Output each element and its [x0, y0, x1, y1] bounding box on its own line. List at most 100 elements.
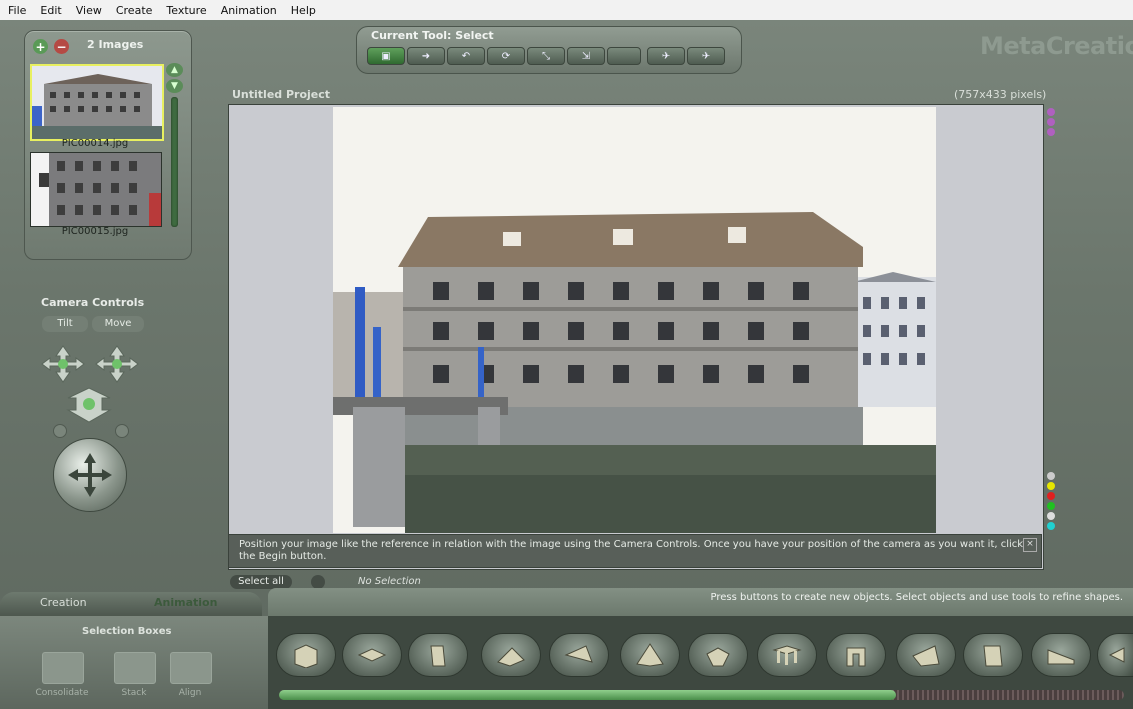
lasso-tool-icon: ↶ — [461, 50, 471, 62]
color-indicator-green[interactable] — [1047, 502, 1055, 510]
partial-shape-button[interactable] — [1097, 633, 1133, 677]
thumbnail-2[interactable] — [30, 152, 162, 227]
table-shape-button[interactable] — [757, 633, 817, 677]
color-indicator-cyan[interactable] — [1047, 522, 1055, 530]
camera-pan-left-icon[interactable] — [40, 344, 86, 384]
menu-item-help[interactable]: Help — [289, 4, 318, 17]
scale-tool-button[interactable]: ⤡ — [527, 47, 565, 65]
close-icon[interactable]: × — [1023, 538, 1037, 552]
camera-tab-move[interactable]: Move — [92, 316, 144, 332]
box-icon — [983, 645, 1003, 667]
image-count-label: 2 Images — [87, 38, 144, 51]
remove-image-button[interactable]: − — [54, 39, 69, 54]
ramp-shape-button[interactable] — [1031, 633, 1091, 677]
instruction-bar: Position your image like the reference i… — [228, 534, 1042, 568]
pyramid-icon — [636, 643, 664, 667]
view-dot-2[interactable] — [1047, 118, 1055, 126]
instruction-text: Position your image like the reference i… — [239, 539, 1024, 562]
select-all-button[interactable]: Select all — [230, 575, 292, 589]
thumbnail-scroll-track[interactable] — [171, 97, 178, 227]
wedge-shape-button[interactable] — [481, 633, 541, 677]
canvas-side-controls — [1045, 104, 1057, 574]
partial-shape-icon — [1108, 647, 1125, 663]
camera-dolly-icon[interactable] — [66, 384, 112, 424]
arch-shape-button[interactable] — [826, 633, 886, 677]
camera-pan-right-icon[interactable] — [94, 344, 140, 384]
lasso-tool-button[interactable]: ↶ — [447, 47, 485, 65]
color-indicator-white[interactable] — [1047, 512, 1055, 520]
thumbnail-1[interactable] — [30, 64, 164, 141]
menu-item-edit[interactable]: Edit — [38, 4, 63, 17]
extrude-tool-button[interactable] — [607, 47, 641, 65]
cone-shape-button[interactable] — [549, 633, 609, 677]
menu-item-file[interactable]: File — [6, 4, 28, 17]
disc-icon — [357, 648, 387, 662]
disc-shape-button[interactable] — [342, 633, 402, 677]
menu-item-create[interactable]: Create — [114, 4, 155, 17]
resize-tool-icon: ⇲ — [581, 50, 591, 62]
pyramid-shape-button[interactable] — [620, 633, 680, 677]
wedge-icon — [497, 647, 525, 667]
menu-item-animation[interactable]: Animation — [219, 4, 279, 17]
menu-bar: File Edit View Create Texture Animation Help — [0, 0, 1133, 20]
camera-controls-title: Camera Controls — [41, 296, 145, 309]
scroll-down-icon[interactable]: ▼ — [166, 79, 183, 93]
tab-animation[interactable]: Animation — [154, 596, 217, 609]
image-thumbnail-panel: + − 2 Images PIC00014.jpg PIC00015.jpg ▲ — [24, 30, 192, 260]
cube-icon — [294, 644, 318, 668]
thumbnail-1-caption: PIC00014.jpg — [61, 138, 129, 149]
color-indicator-yellow[interactable] — [1047, 482, 1055, 490]
move-tool-button[interactable]: ➜ — [407, 47, 445, 65]
thumbnail-2-caption: PIC00015.jpg — [61, 226, 129, 237]
menu-item-view[interactable]: View — [74, 4, 104, 17]
selection-toggle-button[interactable] — [311, 575, 325, 589]
consolidate-button[interactable] — [42, 652, 84, 684]
orbit-tool-icon: ✈ — [701, 50, 711, 62]
zoom-out-icon[interactable] — [53, 424, 67, 438]
ramp-icon — [1047, 649, 1075, 665]
selection-status: No Selection — [358, 576, 421, 587]
arch-icon — [846, 647, 866, 667]
align-button[interactable] — [170, 652, 212, 684]
select-tool-button[interactable]: ▣ — [367, 47, 405, 65]
orbit-tool-button[interactable]: ✈ — [687, 47, 725, 65]
cube-shape-button[interactable] — [276, 633, 336, 677]
add-image-button[interactable]: + — [33, 39, 48, 54]
camera-tab-tilt[interactable]: Tilt — [42, 316, 88, 332]
rotate-tool-icon: ⟳ — [501, 50, 511, 62]
view-dot-3[interactable] — [1047, 128, 1055, 136]
four-way-arrow-icon — [68, 453, 112, 497]
zoom-in-icon[interactable] — [115, 424, 129, 438]
color-indicator-grey[interactable] — [1047, 472, 1055, 480]
align-label: Align — [178, 688, 202, 698]
wedge2-shape-button[interactable] — [896, 633, 956, 677]
half-prism-shape-button[interactable] — [688, 633, 748, 677]
move-tool-icon: ➜ — [421, 50, 431, 62]
brand-logo: MetaCreations. — [980, 32, 1133, 60]
cone-icon — [564, 645, 593, 663]
scroll-up-icon[interactable]: ▲ — [166, 63, 183, 77]
slab-shape-button[interactable] — [408, 633, 468, 677]
scale-tool-icon: ⤡ — [542, 50, 550, 62]
building-photo[interactable] — [333, 107, 936, 533]
consolidate-label: Consolidate — [35, 688, 89, 698]
camera-orbit-dial[interactable] — [53, 438, 127, 512]
tab-creation[interactable]: Creation — [40, 596, 87, 609]
table-icon — [772, 645, 802, 665]
project-size: (757x433 pixels) — [954, 88, 1047, 101]
color-indicator-red[interactable] — [1047, 492, 1055, 500]
fly-tool-button[interactable]: ✈ — [647, 47, 685, 65]
stack-label: Stack — [121, 688, 147, 698]
menu-item-texture[interactable]: Texture — [164, 4, 208, 17]
box-shape-button[interactable] — [963, 633, 1023, 677]
stack-button[interactable] — [114, 652, 156, 684]
selection-boxes-title: Selection Boxes — [82, 626, 172, 637]
slab-icon — [430, 645, 446, 667]
fly-tool-icon: ✈ — [661, 50, 671, 62]
status-text: Press buttons to create new objects. Sel… — [710, 592, 1123, 603]
view-dot-1[interactable] — [1047, 108, 1055, 116]
wedge2-icon — [912, 645, 940, 667]
resize-tool-button[interactable]: ⇲ — [567, 47, 605, 65]
thumbnail-scrollbar[interactable]: ▲ ▼ — [166, 63, 184, 235]
rotate-tool-button[interactable]: ⟳ — [487, 47, 525, 65]
